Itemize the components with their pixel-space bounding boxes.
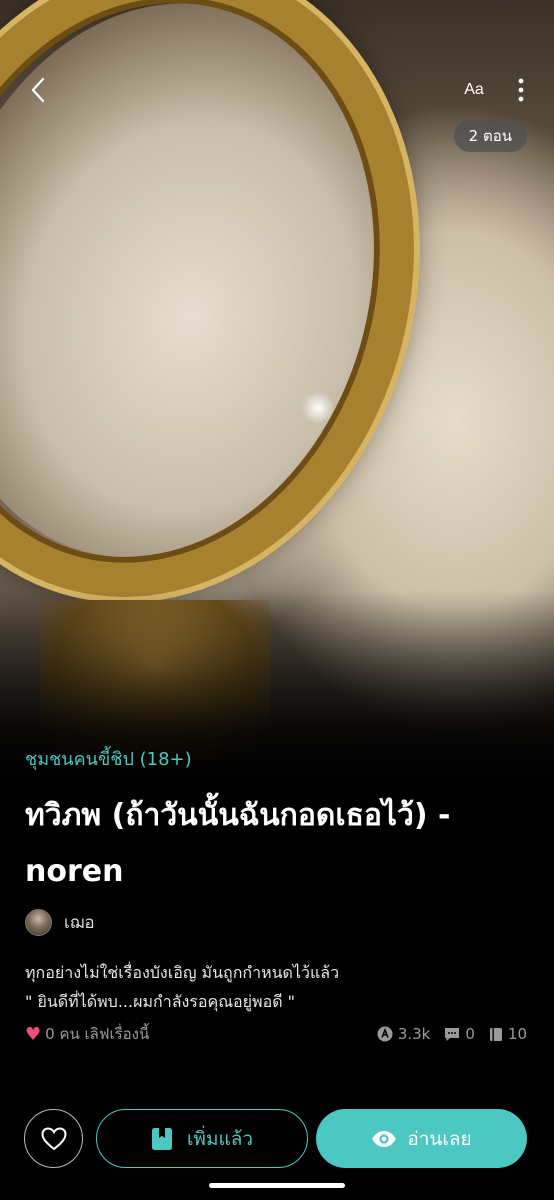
heart-filled-icon: ♥ xyxy=(25,1023,42,1045)
bookmark-icon xyxy=(151,1127,172,1150)
comments-count: 0 xyxy=(465,1025,475,1043)
chapters-count: 10 xyxy=(507,1025,527,1043)
community-link[interactable]: ชุมชนคนขี้ชิป (18+) xyxy=(25,744,192,773)
synopsis-line: ทุกอย่างไม่ใช่เรื่องบังเอิญ มันถูกกำหนดไ… xyxy=(25,963,340,982)
back-button[interactable] xyxy=(22,72,54,108)
cover-mirror-frame xyxy=(0,0,480,654)
chevron-left-icon xyxy=(31,77,45,103)
views-stat: 3.3k xyxy=(377,1025,431,1043)
synopsis: ทุกอย่างไม่ใช่เรื่องบังเอิญ มันถูกกำหนดไ… xyxy=(25,958,535,1016)
stats-row: ♥ 0 คน เลิฟเรื่องนี้ 3.3k 0 10 xyxy=(25,1022,527,1046)
font-size-button[interactable]: Aa xyxy=(452,72,496,108)
likes-text: 0 คน เลิฟเรื่องนี้ xyxy=(45,1025,150,1043)
book-icon xyxy=(489,1027,502,1041)
font-size-label: Aa xyxy=(464,81,484,98)
read-label: อ่านเลย xyxy=(407,1127,472,1150)
eye-icon xyxy=(372,1130,397,1147)
avatar xyxy=(25,908,52,936)
more-button[interactable] xyxy=(508,72,534,108)
comments-stat: 0 xyxy=(444,1025,475,1043)
story-title: ทวิภพ (ถ้าวันนั้นฉันกอดเธอไว้) - noren xyxy=(25,798,451,889)
added-label: เพิ่มแล้ว xyxy=(186,1127,254,1150)
synopsis-line: " ยินดีที่ได้พบ...ผมกำลังรอคุณอยู่พอดี " xyxy=(25,992,296,1011)
added-to-library-button[interactable]: เพิ่มแล้ว xyxy=(96,1109,308,1168)
home-indicator[interactable] xyxy=(209,1183,345,1188)
more-vertical-icon xyxy=(518,78,524,102)
chapters-stat: 10 xyxy=(489,1025,527,1043)
views-icon xyxy=(377,1026,393,1042)
like-button[interactable] xyxy=(24,1109,83,1168)
heart-outline-icon xyxy=(40,1126,67,1150)
comment-icon xyxy=(445,1027,460,1041)
read-now-button[interactable]: อ่านเลย xyxy=(316,1109,527,1168)
views-count: 3.3k xyxy=(397,1025,431,1043)
author-row[interactable]: เฌอ xyxy=(25,907,95,937)
episodes-badge[interactable]: 2 ตอน xyxy=(453,120,527,152)
author-name: เฌอ xyxy=(64,912,95,933)
likes-stat: ♥ 0 คน เลิฟเรื่องนี้ xyxy=(25,1022,149,1046)
cover-sparkle xyxy=(300,390,336,426)
cover-image xyxy=(0,0,554,790)
